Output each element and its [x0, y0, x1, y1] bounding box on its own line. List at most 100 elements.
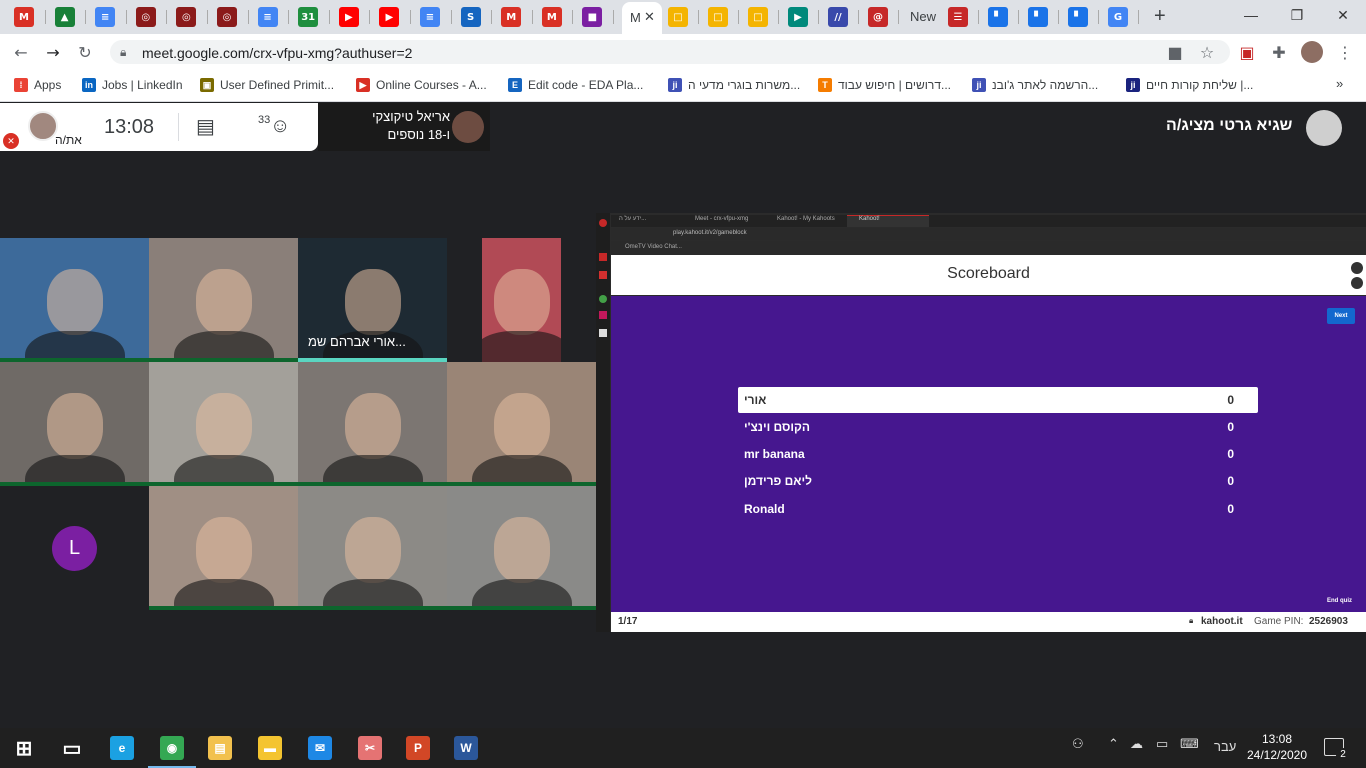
inner-tab: Meet - crx-vfpu-xmg: [695, 216, 749, 222]
meet-info-panel: ✕ את/ה 13:08 ▤ 33 ☺: [0, 103, 318, 151]
url-text[interactable]: meet.google.com/crx-vfpu-xmg?authuser=2: [142, 45, 412, 61]
participant-tile[interactable]: [149, 486, 298, 610]
extension-icon[interactable]: ▣: [1236, 42, 1258, 62]
word-icon: W: [454, 736, 478, 760]
bookmark-icon: ▶: [356, 78, 370, 92]
participant-tile[interactable]: [0, 238, 149, 362]
inner-tab: ידע על ה...: [619, 216, 647, 222]
participant-tile[interactable]: [482, 238, 561, 362]
participant-tile[interactable]: [0, 362, 149, 486]
bookmark-item[interactable]: ji משרות בוגרי מדעי ה...: [668, 76, 800, 94]
kahoot-domain: kahoot.it: [1201, 616, 1243, 627]
reload-icon[interactable]: ↻: [74, 42, 96, 62]
taskbar-button[interactable]: e: [98, 728, 146, 768]
s-icon: S: [460, 7, 481, 27]
taskbar-button[interactable]: ✂: [346, 728, 394, 768]
bookmark-item[interactable]: ji שליחת קורות חיים |...: [1126, 76, 1253, 94]
clock-date[interactable]: 24/12/2020: [1240, 748, 1314, 762]
more-bookmarks-icon[interactable]: »: [1336, 76, 1343, 91]
bookmark-item[interactable]: T דרושים | חיפוש עבוד...: [818, 76, 951, 94]
clock-time[interactable]: 13:08: [1250, 732, 1304, 746]
profile-avatar[interactable]: [1301, 41, 1323, 63]
participants-count: 33: [258, 114, 271, 126]
back-icon[interactable]: ←: [10, 42, 32, 62]
taskbar-button[interactable]: ▬: [246, 728, 294, 768]
tab-active[interactable]: M ✕: [622, 2, 662, 34]
participant-tile[interactable]: [149, 238, 298, 362]
gmail-icon: M: [501, 7, 522, 27]
extensions-puzzle-icon[interactable]: ✚: [1268, 42, 1290, 62]
next-button[interactable]: Next: [1327, 308, 1355, 324]
bookmark-item[interactable]: ⁞ Apps: [14, 76, 61, 94]
player-score: 0: [1227, 420, 1234, 434]
sound-icon[interactable]: [1351, 262, 1363, 274]
chat-icon[interactable]: ▤: [196, 114, 215, 139]
participant-video: [195, 393, 252, 459]
scoreboard-row: Ronald 0: [738, 496, 1258, 522]
player-score: 0: [1227, 393, 1234, 407]
participant-tile[interactable]: [447, 362, 596, 486]
participant-tile[interactable]: [298, 362, 447, 486]
minimize-button[interactable]: —: [1228, 0, 1274, 30]
tab-separator: [1098, 10, 1099, 24]
restore-button[interactable]: ❐: [1274, 0, 1320, 30]
taskbar-button[interactable]: ▤: [196, 728, 244, 768]
bookmark-item[interactable]: ▣ User Defined Primit...: [200, 76, 334, 94]
divider: [178, 113, 179, 141]
bookmark-item[interactable]: in Jobs | LinkedIn: [82, 76, 183, 94]
network-icon[interactable]: ▭: [1156, 736, 1168, 752]
store-icon: ▤: [208, 736, 232, 760]
tab-separator: [978, 10, 979, 24]
bookmark-icon: ⁞: [14, 78, 28, 92]
people-icon[interactable]: ⚇: [1072, 736, 1084, 752]
participant-tile[interactable]: L: [0, 486, 149, 610]
presenter-avatar: [452, 111, 484, 143]
meeting-time: 13:08: [104, 116, 155, 138]
bookmark-star-icon[interactable]: ☆: [1196, 42, 1218, 62]
youtube-icon: ▶: [379, 7, 400, 27]
camera-icon[interactable]: ■: [1164, 42, 1186, 62]
bookmark-item[interactable]: ji הרשמה לאתר ג'ובנ...: [972, 76, 1098, 94]
onedrive-icon[interactable]: ☁: [1130, 736, 1143, 752]
end-quiz-button[interactable]: End quiz: [1327, 598, 1352, 604]
participant-tile[interactable]: [298, 486, 447, 610]
taskbar-button[interactable]: P: [394, 728, 442, 768]
tab-separator: [44, 10, 46, 24]
player-name: mr banana: [744, 447, 805, 461]
new-tab-button[interactable]: +: [1154, 5, 1166, 28]
lock-icon[interactable]: 🔒︎: [120, 45, 126, 60]
bookmark-label: Apps: [34, 78, 62, 92]
taskbar-button[interactable]: ⊞: [0, 728, 48, 768]
taskbar-button[interactable]: ▭: [48, 728, 96, 768]
meet-icon: ▶: [788, 7, 808, 27]
docs-icon: ≡: [95, 7, 116, 27]
keyboard-icon[interactable]: ⌨: [1180, 736, 1199, 752]
presenter-others: ו-18 נוספים: [387, 127, 451, 142]
participant-tile[interactable]: אורי אברהם שמ...: [298, 238, 447, 362]
taskbar-button[interactable]: ◉: [148, 728, 196, 768]
chevron-up-icon[interactable]: ⌃: [1108, 736, 1119, 752]
calendar-icon: 31: [298, 7, 319, 27]
presenter-card[interactable]: אריאל טיקוצקי ו-18 נוספים: [318, 103, 490, 151]
swirl-icon: @: [868, 7, 888, 27]
forward-icon[interactable]: →: [42, 42, 64, 62]
fullscreen-icon[interactable]: [1351, 277, 1363, 289]
close-window-button[interactable]: ✕: [1320, 0, 1366, 30]
bookmark-item[interactable]: ▶ Online Courses - A...: [356, 76, 487, 94]
google-icon: G: [1108, 7, 1128, 27]
generic-icon: ◎: [135, 7, 156, 27]
inner-tab: Kahoot! - My Kahoots: [777, 216, 835, 222]
close-tab-icon[interactable]: ✕: [644, 9, 655, 25]
people-icon[interactable]: ☺: [270, 115, 290, 138]
mic-off-icon[interactable]: ✕: [3, 133, 19, 149]
taskbar-button[interactable]: W: [442, 728, 490, 768]
bookmark-icon: T: [818, 78, 832, 92]
taskbar-button[interactable]: ✉: [296, 728, 344, 768]
participant-tile[interactable]: [149, 362, 298, 486]
menu-icon[interactable]: ⋮: [1334, 42, 1356, 62]
bookmark-item[interactable]: E Edit code - EDA Pla...: [508, 76, 643, 94]
language-indicator[interactable]: עבר: [1214, 739, 1236, 754]
presenting-label: שגיא גרטי מציג/ה: [1166, 117, 1293, 134]
tab-new[interactable]: New: [910, 9, 936, 24]
participant-tile[interactable]: [447, 486, 596, 610]
